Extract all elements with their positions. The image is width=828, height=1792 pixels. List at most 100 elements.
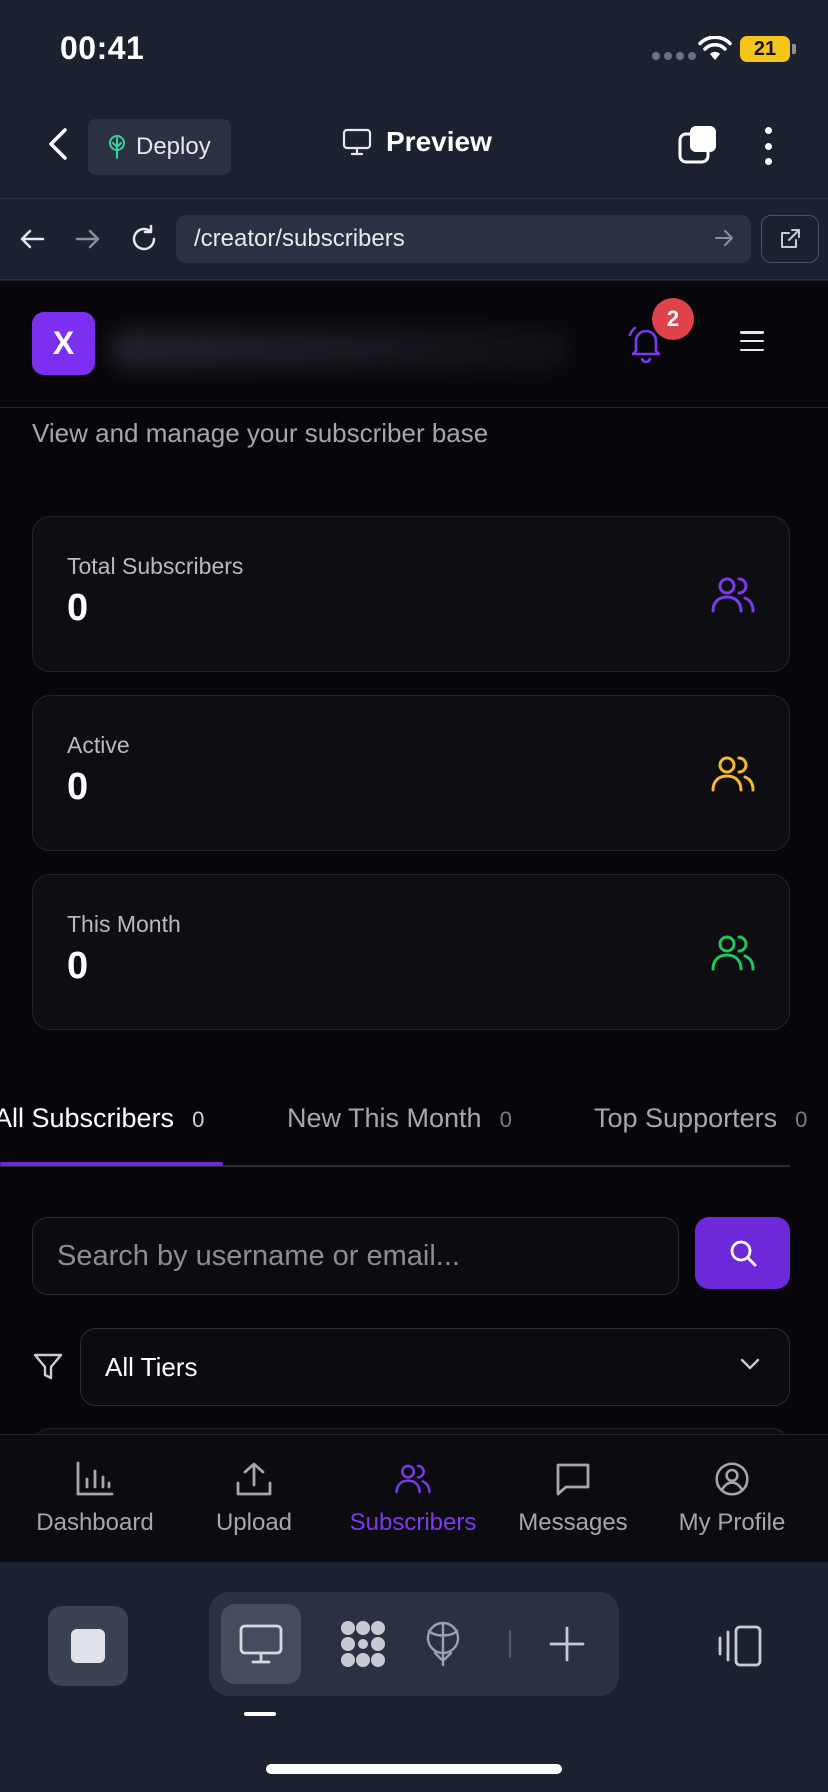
external-link-icon [781, 229, 800, 248]
tier-select[interactable]: All Tiers [80, 1328, 790, 1406]
stat-label: Total Subscribers [67, 553, 244, 579]
go-arrow-icon[interactable] [713, 227, 735, 249]
user-circle-icon [715, 1462, 749, 1496]
workflow-view-button[interactable] [323, 1604, 403, 1684]
users-icon [711, 935, 755, 971]
nav-label: Dashboard [36, 1509, 154, 1536]
more-options-button[interactable] [756, 124, 780, 168]
browser-back-button[interactable] [14, 221, 50, 257]
nav-dashboard[interactable]: Dashboard [30, 1461, 160, 1537]
nav-label: Upload [215, 1509, 293, 1536]
search-input[interactable] [57, 1239, 678, 1273]
users-icon [395, 1464, 431, 1494]
web-content: X 2 View and manage your subscriber base… [0, 281, 828, 1434]
nav-subscribers[interactable]: Subscribers [338, 1461, 488, 1537]
stat-value: 0 [67, 587, 89, 629]
notification-badge: 2 [652, 298, 694, 340]
tab-new-this-month[interactable]: New This Month 0 [287, 1103, 512, 1134]
browser-forward-button[interactable] [70, 221, 106, 257]
stat-card-this-month: This Month 0 [32, 874, 790, 1030]
stat-label: Active [67, 732, 130, 758]
home-indicator [266, 1764, 562, 1774]
battery-tip [792, 44, 796, 54]
browser-url-bar: /creator/subscribers [0, 198, 828, 280]
open-external-button[interactable] [761, 215, 819, 263]
monitor-icon [342, 128, 372, 156]
site-header: X 2 [0, 281, 828, 408]
preview-title: Preview [342, 126, 492, 158]
stat-card-total-subscribers: Total Subscribers 0 [32, 516, 790, 672]
nav-label: Messages [518, 1509, 628, 1536]
nodes-icon [341, 1621, 385, 1667]
tab-label: All Subscribers [0, 1103, 175, 1133]
search-field[interactable] [32, 1217, 679, 1295]
tabs-button[interactable] [676, 124, 720, 168]
tab-count: 0 [499, 1107, 512, 1132]
site-bottom-nav: Dashboard Upload Subscribers Messages My… [0, 1434, 828, 1562]
search-icon [730, 1240, 756, 1267]
panel-toggle-button[interactable] [716, 1624, 764, 1668]
subscriber-tabs: All Subscribers 0 New This Month 0 Top S… [0, 1081, 828, 1167]
tab-all-subscribers[interactable]: All Subscribers 0 [0, 1103, 204, 1134]
message-icon [556, 1463, 590, 1496]
active-tab-underline [0, 1162, 223, 1166]
side-panel-icon [718, 1625, 762, 1667]
tab-count: 0 [192, 1107, 205, 1132]
url-field[interactable]: /creator/subscribers [176, 215, 751, 263]
active-view-indicator [244, 1712, 276, 1716]
status-bar: 00:41 21 [0, 0, 828, 96]
reload-icon [132, 224, 156, 251]
users-icon [711, 756, 755, 792]
deploy-icon [109, 135, 125, 159]
toolbar-divider [509, 1630, 511, 1658]
stat-value: 0 [67, 766, 89, 808]
reload-button[interactable] [126, 221, 162, 257]
deploy-button[interactable]: Deploy [88, 119, 231, 175]
tab-label: Top Supporters [594, 1103, 778, 1133]
tab-label: New This Month [287, 1103, 482, 1133]
stat-value: 0 [67, 945, 89, 987]
wifi-icon [698, 36, 732, 62]
back-button[interactable] [38, 124, 78, 164]
tab-count: 0 [795, 1107, 808, 1132]
search-button[interactable] [695, 1217, 790, 1289]
monitor-icon [239, 1624, 283, 1664]
battery-indicator: 21 [740, 36, 790, 62]
nav-label: My Profile [678, 1509, 786, 1536]
stat-card-active: Active 0 [32, 695, 790, 851]
app-bottom-toolbar [0, 1562, 828, 1792]
deploy-label: Deploy [136, 133, 211, 160]
preview-view-button[interactable] [221, 1604, 301, 1684]
page-subtitle: View and manage your subscriber base [32, 418, 489, 448]
chevron-left-icon [49, 128, 67, 160]
status-time: 00:41 [60, 30, 145, 66]
filter-icon [33, 1353, 63, 1380]
upload-icon [236, 1462, 272, 1496]
app-top-bar: Deploy Preview [0, 96, 828, 198]
plus-icon [549, 1626, 585, 1662]
deploy-icon [426, 1621, 460, 1667]
nav-messages[interactable]: Messages [512, 1461, 634, 1537]
menu-button[interactable] [740, 331, 764, 351]
preview-label: Preview [386, 126, 492, 157]
arrow-right-icon [75, 229, 100, 249]
chevron-down-icon [740, 1358, 760, 1370]
tab-top-supporters[interactable]: Top Supporters 0 [594, 1103, 807, 1134]
bar-chart-icon [76, 1461, 114, 1496]
nav-upload[interactable]: Upload [194, 1461, 314, 1537]
site-logo[interactable]: X [32, 312, 95, 375]
view-switcher [209, 1592, 619, 1696]
stop-button[interactable] [48, 1606, 128, 1686]
add-button[interactable] [527, 1604, 607, 1684]
nav-my-profile[interactable]: My Profile [668, 1461, 796, 1537]
nav-label: Subscribers [349, 1509, 477, 1536]
tabs-icon [678, 126, 716, 164]
arrow-left-icon [20, 229, 45, 249]
deploy-view-button[interactable] [403, 1604, 483, 1684]
users-icon [711, 577, 755, 613]
cellular-signal-icon [652, 52, 696, 60]
tier-select-value: All Tiers [105, 1351, 198, 1382]
url-text: /creator/subscribers [194, 225, 405, 252]
blurred-site-name [110, 329, 570, 369]
stop-icon [71, 1629, 105, 1663]
